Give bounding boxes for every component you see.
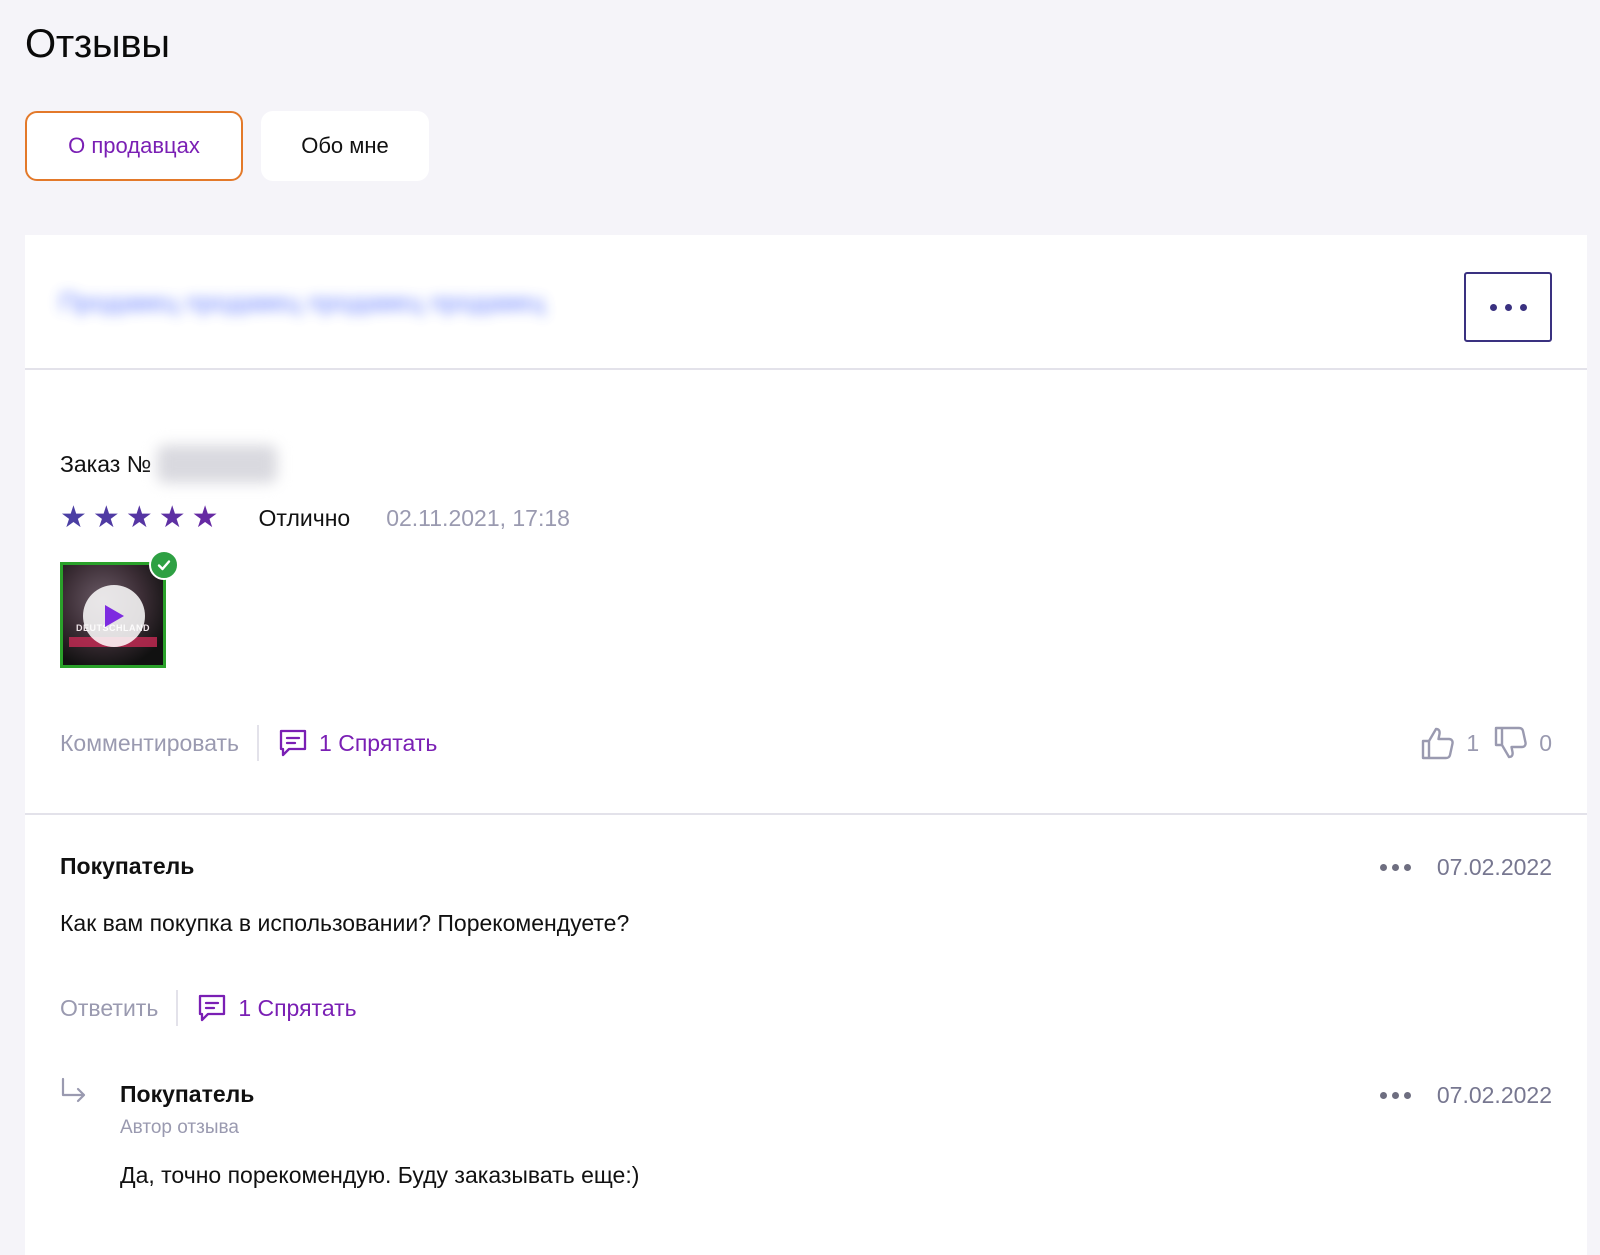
tab-about-me[interactable]: Обо мне bbox=[261, 111, 429, 181]
seller-name-link[interactable]: Продавец продавец продавец продавец bbox=[59, 287, 545, 318]
comment-button[interactable]: Комментировать bbox=[60, 730, 239, 757]
more-options-button[interactable] bbox=[1464, 272, 1552, 342]
play-icon bbox=[105, 605, 124, 627]
star-icon: ★ bbox=[125, 501, 153, 534]
review-video-thumbnail[interactable]: DEUTSCHLAND bbox=[60, 550, 179, 668]
review-votes: 1 0 bbox=[1420, 725, 1552, 761]
like-button[interactable]: 1 bbox=[1420, 725, 1479, 761]
comment-date: 07.02.2022 bbox=[1436, 854, 1552, 880]
page-title: Отзывы bbox=[25, 22, 170, 66]
dislike-button[interactable]: 0 bbox=[1493, 725, 1552, 761]
star-icon: ★ bbox=[191, 501, 219, 534]
hide-replies-label: 1 Спрятать bbox=[238, 994, 357, 1021]
reply-button[interactable]: Ответить bbox=[60, 995, 158, 1022]
play-button[interactable] bbox=[83, 585, 145, 647]
comment-actions: Ответить 1 Спрятать bbox=[60, 990, 357, 1026]
reply-author-role: Автор отзыва bbox=[120, 1117, 239, 1138]
more-dot-icon bbox=[1489, 303, 1497, 311]
review-tabs: О продавцах Обо мне bbox=[25, 111, 429, 181]
hide-comments-label: 1 Спрятать bbox=[319, 729, 438, 756]
review-actions: Комментировать 1 Спрятать bbox=[60, 725, 437, 761]
star-icon: ★ bbox=[92, 501, 120, 534]
comments-divider bbox=[25, 813, 1587, 815]
comment-author: Покупатель bbox=[60, 853, 195, 879]
order-number: Заказ № bbox=[60, 445, 278, 483]
rating-stars: ★ ★ ★ ★ ★ bbox=[60, 503, 219, 533]
rating-row: ★ ★ ★ ★ ★ Отлично 02.11.2021, 17:18 bbox=[60, 503, 570, 533]
dislike-count: 0 bbox=[1539, 729, 1552, 756]
more-dot-icon bbox=[1519, 303, 1527, 311]
reply-arrow-icon bbox=[61, 1077, 86, 1103]
verified-check-icon bbox=[149, 550, 179, 580]
more-dot-icon bbox=[1391, 864, 1399, 871]
review-card: Продавец продавец продавец продавец Зака… bbox=[25, 235, 1587, 1255]
thumbs-down-icon bbox=[1495, 726, 1527, 759]
reply-author: Покупатель bbox=[120, 1081, 255, 1107]
comment-more-button[interactable] bbox=[1379, 864, 1411, 871]
star-icon: ★ bbox=[60, 501, 87, 534]
tab-about-sellers[interactable]: О продавцах bbox=[25, 111, 243, 181]
more-dot-icon bbox=[1391, 1092, 1399, 1099]
comment-text: Как вам покупка в использовании? Пореком… bbox=[60, 910, 630, 936]
hide-replies-toggle[interactable]: 1 Спрятать bbox=[196, 992, 357, 1024]
thumbs-up-icon bbox=[1422, 727, 1455, 760]
more-dot-icon bbox=[1403, 1092, 1411, 1099]
review-date: 02.11.2021, 17:18 bbox=[386, 504, 570, 531]
reply-text: Да, точно порекомендую. Буду заказывать … bbox=[120, 1162, 640, 1188]
hide-comments-toggle[interactable]: 1 Спрятать bbox=[277, 727, 437, 759]
reply-date: 07.02.2022 bbox=[1436, 1082, 1552, 1108]
more-dot-icon bbox=[1403, 864, 1411, 871]
reply-meta: 07.02.2022 bbox=[1379, 1082, 1552, 1109]
comment-meta: 07.02.2022 bbox=[1379, 854, 1552, 881]
order-number-redacted bbox=[157, 445, 278, 483]
reply-more-button[interactable] bbox=[1379, 1092, 1411, 1099]
more-dot-icon bbox=[1379, 864, 1387, 871]
like-count: 1 bbox=[1466, 729, 1480, 756]
rating-text: Отлично bbox=[258, 504, 351, 531]
action-divider bbox=[257, 725, 260, 761]
more-dot-icon bbox=[1504, 303, 1512, 311]
order-label: Заказ № bbox=[60, 450, 152, 477]
comment-icon bbox=[199, 994, 226, 1022]
review-card-header: Продавец продавец продавец продавец bbox=[25, 235, 1587, 370]
comment-icon bbox=[279, 729, 307, 757]
more-dot-icon bbox=[1379, 1092, 1387, 1099]
action-divider bbox=[176, 990, 179, 1026]
star-icon: ★ bbox=[158, 501, 186, 534]
